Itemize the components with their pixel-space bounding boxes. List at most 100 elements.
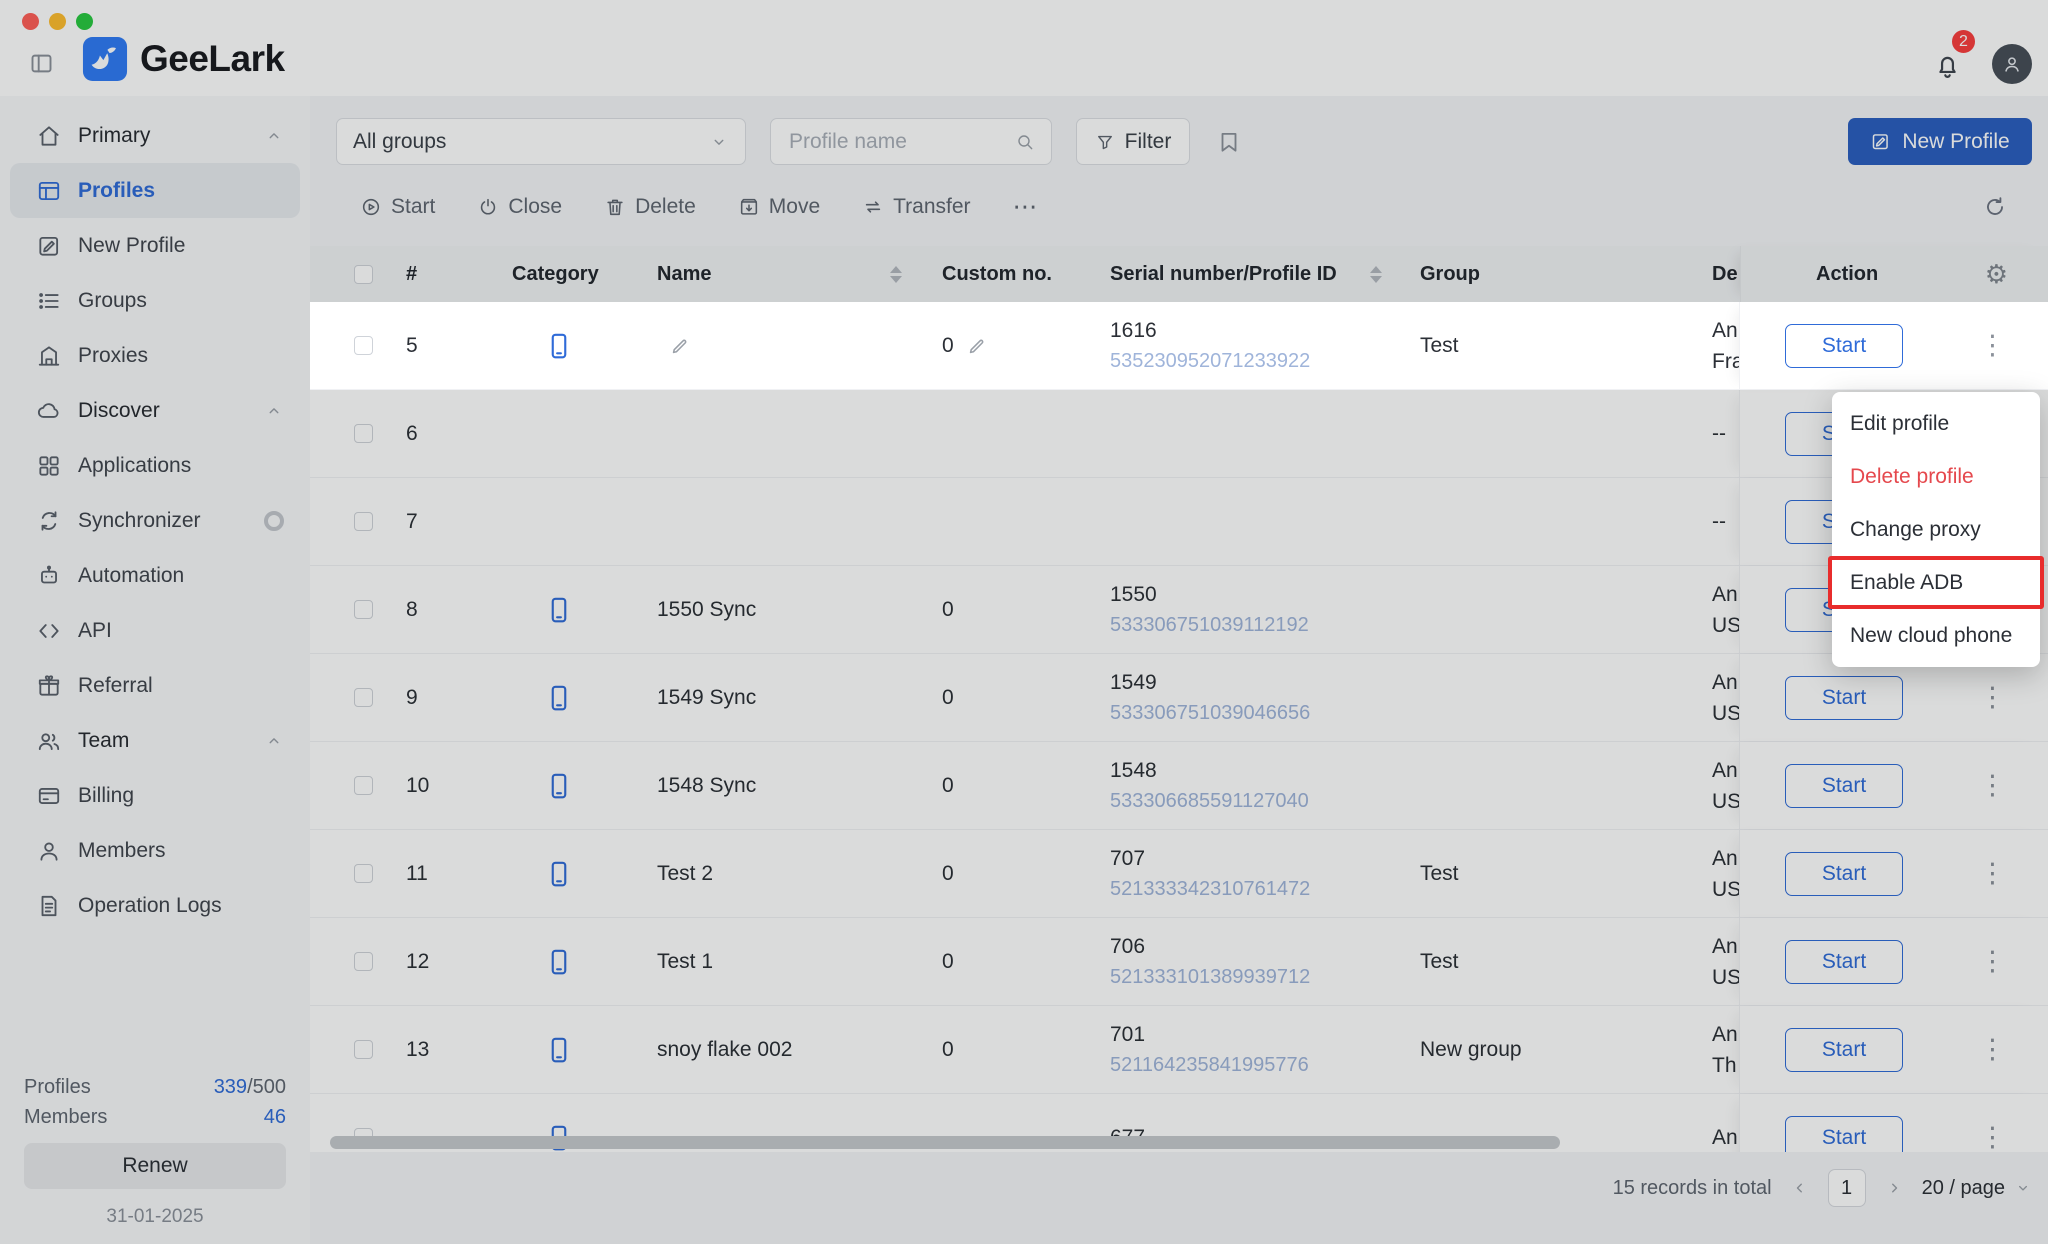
billing-icon [36,783,62,809]
sidebar-item-new-profile[interactable]: New Profile [10,218,300,273]
row-checkbox[interactable] [354,776,373,795]
sidebar-item-automation[interactable]: Automation [10,548,300,603]
collection-icon[interactable] [1216,129,1242,155]
column-number: # [388,246,500,302]
row-device-info: AnUS [1712,845,1741,903]
move-icon [738,196,760,218]
start-button[interactable]: Start [1785,940,1903,984]
proxies-icon [36,343,62,369]
window-close-button[interactable] [22,13,39,30]
profile-search[interactable] [770,118,1052,165]
team-icon [36,728,62,754]
profiles-icon [36,178,62,204]
table-row[interactable]: 7 -- Start ⋮ [310,478,2048,566]
table-row[interactable]: 12 Test 1 0 706521333101389939712 Test A… [310,918,2048,1006]
sidebar-item-operation-logs[interactable]: Operation Logs [10,878,300,933]
profiles-table: # Category Name Custom no. Serial number… [310,246,2048,1152]
window-zoom-button[interactable] [76,13,93,30]
refresh-icon[interactable] [1982,194,2008,220]
filter-button[interactable]: Filter [1076,118,1190,165]
sidebar-item-members[interactable]: Members [10,823,300,878]
chevron-up-icon [264,126,284,146]
sidebar-item-referral[interactable]: Referral [10,658,300,713]
toolbar-transfer-button[interactable]: Transfer [862,195,970,219]
start-button[interactable]: Start [1785,764,1903,808]
sidebar-collapse-icon[interactable] [28,50,55,77]
start-button[interactable]: Start [1785,676,1903,720]
sidebar-item-label: Groups [78,289,147,313]
table-row[interactable]: 11 Test 2 0 707521333342310761472 Test A… [310,830,2048,918]
group-filter-select[interactable]: All groups [336,118,746,165]
menu-item-enable-adb[interactable]: Enable ADB [1832,556,2040,609]
sidebar-item-applications[interactable]: Applications [10,438,300,493]
menu-item-new-cloud-phone[interactable]: New cloud phone [1832,609,2040,662]
current-page[interactable]: 1 [1828,1169,1866,1207]
sidebar-item-api[interactable]: API [10,603,300,658]
serial-number: 706 [1110,933,1310,960]
new-profile-button[interactable]: New Profile [1848,118,2032,165]
window-minimize-button[interactable] [49,13,66,30]
members-icon [36,838,62,864]
sidebar-item-billing[interactable]: Billing [10,768,300,823]
row-menu-icon[interactable]: ⋮ [1979,1036,2006,1063]
row-menu-icon[interactable]: ⋮ [1979,1124,2006,1151]
toolbar-delete-button[interactable]: Delete [604,195,696,219]
table-row[interactable]: 6 -- Start ⋮ [310,390,2048,478]
row-checkbox[interactable] [354,424,373,443]
bell-icon[interactable] [1932,50,1963,81]
sidebar-item-profiles[interactable]: Profiles [10,163,300,218]
menu-item-change-proxy[interactable]: Change proxy [1832,503,2040,556]
start-button[interactable]: Start [1785,324,1903,368]
toolbar-close-button[interactable]: Close [477,195,562,219]
avatar[interactable] [1992,44,2032,84]
page-size-select[interactable]: 20 / page [1922,1177,2032,1200]
row-checkbox[interactable] [354,600,373,619]
table-row[interactable]: 13 snoy flake 002 0 70152116423584199577… [310,1006,2048,1094]
sort-icon[interactable] [1370,266,1382,283]
menu-item-edit-profile[interactable]: Edit profile [1832,397,2040,450]
toolbar-move-button[interactable]: Move [738,195,820,219]
row-number: 6 [388,422,500,446]
start-button[interactable]: Start [1785,1028,1903,1072]
row-menu-icon[interactable]: ⋮ [1979,332,2006,359]
table-row[interactable]: 9 1549 Sync 0 1549533306751039046656 AnU… [310,654,2048,742]
sidebar-section-discover[interactable]: Discover [10,383,300,438]
sidebar-item-groups[interactable]: Groups [10,273,300,328]
renew-button[interactable]: Renew [24,1143,286,1189]
row-menu-icon[interactable]: ⋮ [1979,772,2006,799]
phone-icon [544,1035,574,1065]
search-input[interactable] [787,129,1015,155]
table-row[interactable]: 10 1548 Sync 0 1548533306685591127040 An… [310,742,2048,830]
row-menu-icon[interactable]: ⋮ [1979,860,2006,887]
select-all-checkbox[interactable] [354,265,373,284]
table-row[interactable]: 5 0 1616535230952071233922 Test AnFra St… [310,302,2048,390]
sort-icon[interactable] [890,266,902,283]
row-checkbox[interactable] [354,864,373,883]
notification-badge: 2 [1950,28,1977,55]
edit-pencil-icon[interactable] [669,335,691,357]
row-menu-icon[interactable]: ⋮ [1979,684,2006,711]
next-page-icon[interactable] [1884,1178,1904,1198]
row-checkbox[interactable] [354,688,373,707]
sidebar-item-synchronizer[interactable]: Synchronizer [10,493,300,548]
gear-icon[interactable]: ⚙ [1985,261,2008,287]
start-button[interactable]: Start [1785,1116,1903,1153]
menu-item-delete-profile[interactable]: Delete profile [1832,450,2040,503]
toolbar-start-button[interactable]: Start [360,195,435,219]
row-checkbox[interactable] [354,512,373,531]
sidebar-item-proxies[interactable]: Proxies [10,328,300,383]
row-checkbox[interactable] [354,336,373,355]
column-name[interactable]: Name [645,246,930,302]
row-menu-icon[interactable]: ⋮ [1979,948,2006,975]
start-button[interactable]: Start [1785,852,1903,896]
horizontal-scrollbar[interactable] [330,1136,1560,1149]
sidebar-section-primary[interactable]: Primary [10,108,300,163]
prev-page-icon[interactable] [1790,1178,1810,1198]
table-row[interactable]: 8 1550 Sync 0 1550533306751039112192 AnU… [310,566,2048,654]
toolbar-more-button[interactable]: ⋯ [1013,192,1040,222]
row-checkbox[interactable] [354,952,373,971]
row-checkbox[interactable] [354,1040,373,1059]
column-serial[interactable]: Serial number/Profile ID [1098,246,1408,302]
sidebar-section-team[interactable]: Team [10,713,300,768]
edit-pencil-icon[interactable] [966,335,988,357]
